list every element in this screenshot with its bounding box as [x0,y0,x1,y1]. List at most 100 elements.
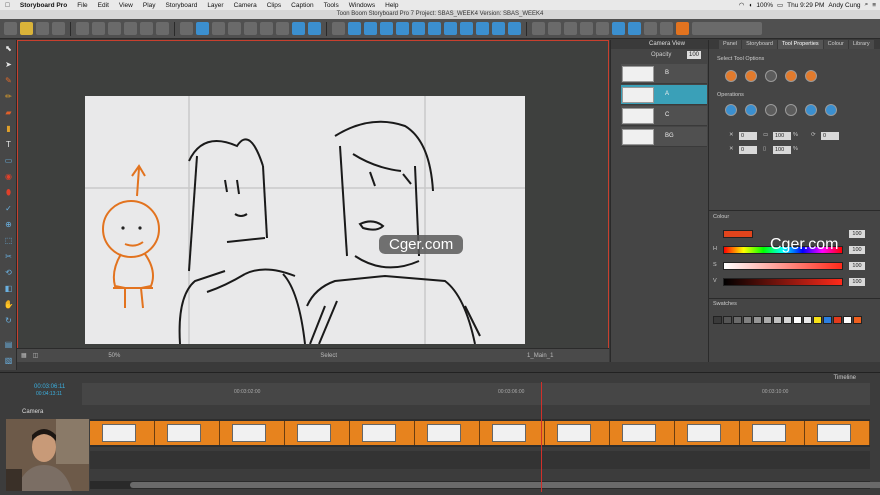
timeline-panel-clip[interactable] [545,421,610,445]
camera-keyframe-icon[interactable] [364,22,377,35]
stroke-tool-icon[interactable]: ▮ [3,124,14,134]
snap-icon[interactable] [765,70,777,82]
tab-library[interactable]: Library [848,40,874,49]
turn-off-icon[interactable] [244,22,257,35]
layer-vector-icon[interactable] [444,22,457,35]
current-colour-swatch[interactable] [723,230,753,238]
pencil-tool-icon[interactable]: ✏ [3,92,14,102]
scrollbar-thumb[interactable] [130,482,880,488]
copy-icon[interactable] [92,22,105,35]
colour-swatch[interactable] [783,316,792,324]
sound-icon[interactable] [628,22,641,35]
layer-bitmap-icon[interactable] [460,22,473,35]
menu-camera[interactable]: Camera [229,2,262,9]
timeline-panel-clip[interactable] [480,421,545,445]
loop-icon[interactable] [612,22,625,35]
marquee-mode-icon[interactable] [745,70,757,82]
open-project-icon[interactable] [20,22,33,35]
eraser-tool-icon[interactable]: ▰ [3,108,14,118]
timeline-ruler[interactable]: 00:03:02:00 00:03:06:00 00:03:10:00 [82,383,870,405]
playback-speed-slider[interactable] [692,22,762,35]
layer-row-b[interactable]: B [621,64,707,84]
paint-tool-icon[interactable]: ⬮ [3,188,14,198]
colour-swatch[interactable] [793,316,802,324]
menu-tools[interactable]: Tools [319,2,344,9]
panels-track[interactable] [90,419,870,447]
prev-frame-icon[interactable] [548,22,561,35]
camera-move-icon[interactable] [380,22,393,35]
width-field[interactable]: 100 [773,132,791,140]
select-tool-icon[interactable]: ⬉ [3,44,14,54]
layer-tool-icon[interactable]: ▧ [3,356,14,366]
storyboard-panel-canvas[interactable] [85,96,525,344]
volume-slider-icon[interactable] [660,22,673,35]
colour-value-3[interactable]: 100 [849,262,865,270]
height-field[interactable]: 100 [773,146,791,154]
colour-swatch[interactable] [853,316,862,324]
menu-clips[interactable]: Clips [262,2,286,9]
timeline-panel-clip[interactable] [155,421,220,445]
colour-swatch[interactable] [823,316,832,324]
timeline-panel-clip[interactable] [610,421,675,445]
y-position-field[interactable]: 0 [739,146,757,154]
delete-icon[interactable] [124,22,137,35]
camera-tool-icon[interactable]: ◧ [3,284,14,294]
onion-toggle-icon[interactable]: ◫ [33,352,39,359]
layer-group-icon[interactable] [476,22,489,35]
colour-value-4[interactable]: 100 [849,278,865,286]
colour-swatch[interactable] [773,316,782,324]
tab-colour[interactable]: Colour [823,40,848,49]
timeline-panel-clip[interactable] [415,421,480,445]
last-frame-icon[interactable] [596,22,609,35]
battery-icon[interactable]: ▭ [777,1,783,9]
colour-swatch[interactable] [803,316,812,324]
colour-swatch[interactable] [843,316,852,324]
search-icon[interactable]: ⌕ [865,1,869,9]
layer-row-bg[interactable]: BG [621,127,707,147]
permanent-selection-icon[interactable] [805,70,817,82]
contour-editor-icon[interactable]: ➤ [3,60,14,70]
grid-icon[interactable] [228,22,241,35]
layer-delete-icon[interactable] [492,22,505,35]
tab-tool-properties[interactable]: Tool Properties [777,40,823,49]
new-project-icon[interactable] [4,22,17,35]
record-icon[interactable] [676,22,689,35]
rotate-cw-icon[interactable] [785,104,797,116]
timeline-panel-clip[interactable] [220,421,285,445]
zoom-out-icon[interactable] [308,22,321,35]
wifi-icon[interactable]: ◠ [739,1,745,9]
distribute-icon[interactable] [825,104,837,116]
camera-zoom-icon[interactable] [412,22,425,35]
user-name[interactable]: Andy Cung [828,2,860,9]
timeline-scrollbar[interactable] [90,481,880,489]
zoom-in-icon[interactable] [292,22,305,35]
lasso-tool-icon[interactable]: ⬚ [3,236,14,246]
x-position-field[interactable]: 0 [739,132,757,140]
flip-horizontal-icon[interactable] [725,104,737,116]
colour-value-1[interactable]: 100 [849,230,865,238]
saturation-slider[interactable] [723,262,843,270]
undo-icon[interactable] [140,22,153,35]
angle-field[interactable]: 0 [821,132,839,140]
camera-rotate-icon[interactable] [396,22,409,35]
colour-value-2[interactable]: 100 [849,246,865,254]
duplicate-panel-icon[interactable] [276,22,289,35]
transform-tool-icon[interactable]: ⟲ [3,268,14,278]
clock[interactable]: Thu 9:29 PM [787,2,824,9]
colour-swatch[interactable] [763,316,772,324]
timeline-panel-clip[interactable] [90,421,155,445]
flip-vertical-icon[interactable] [745,104,757,116]
rotate-view-tool-icon[interactable]: ↻ [3,316,14,326]
zoom-level[interactable]: 50% [108,353,120,359]
apply-to-all-icon[interactable] [785,70,797,82]
lasso-mode-icon[interactable] [725,70,737,82]
tab-storyboard[interactable]: Storyboard [742,40,777,49]
menu-file[interactable]: File [72,2,92,9]
view-mode-icon[interactable]: ▦ [21,352,27,359]
cut-icon[interactable] [76,22,89,35]
sound-scrub-icon[interactable] [644,22,657,35]
ellipse-tool-icon[interactable]: ◉ [3,172,14,182]
playhead[interactable] [541,382,542,492]
menu-play[interactable]: Play [138,2,161,9]
camera-icon[interactable] [348,22,361,35]
